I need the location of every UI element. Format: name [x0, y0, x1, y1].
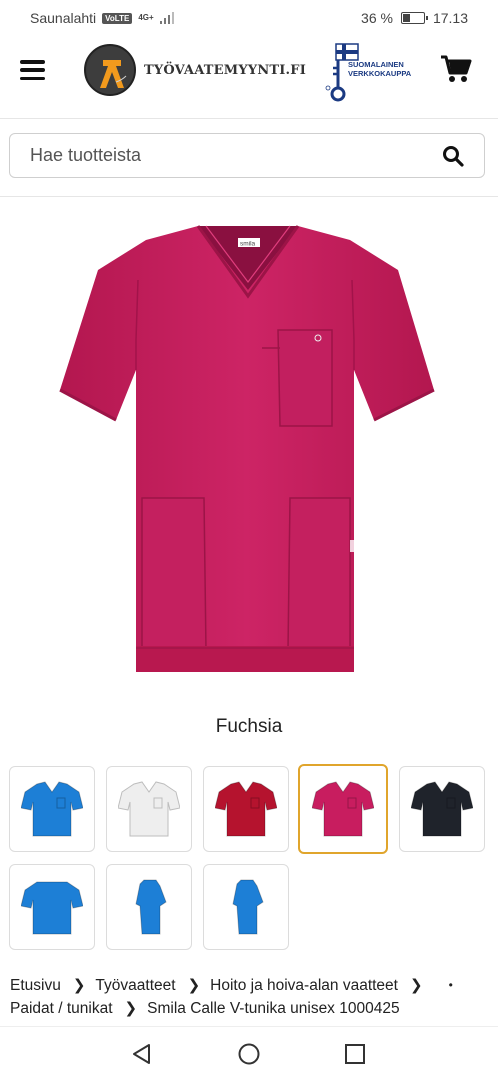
chevron-right-icon: ❯	[72, 977, 86, 994]
signal-icon	[159, 12, 174, 24]
system-nav-bar	[0, 1026, 498, 1080]
color-swatch-red[interactable]	[203, 766, 289, 852]
tunic-thumbnail-icon	[135, 879, 167, 935]
tunic-thumbnail-icon	[21, 881, 83, 935]
chevron-right-icon: ❯	[187, 977, 201, 994]
badge-line2: VERKKOKAUPPA	[348, 69, 412, 78]
network-type: 4G+	[138, 13, 154, 22]
clock: 17.13	[432, 10, 468, 26]
search-bar[interactable]	[9, 133, 485, 178]
tunic-thumbnail-icon	[312, 781, 374, 837]
status-right: 36 % 17.13	[361, 10, 468, 26]
search-input[interactable]	[30, 145, 442, 166]
image-thumb-back[interactable]	[9, 864, 95, 950]
breadcrumb-current: Smila Calle V-tunika unisex 1000425	[147, 1000, 400, 1017]
image-thumb-side-2[interactable]	[203, 864, 289, 950]
tunic-thumbnail-icon	[118, 781, 180, 837]
product-image[interactable]: smila	[58, 220, 440, 680]
color-swatch-white[interactable]	[106, 766, 192, 852]
breadcrumb-dot: •	[448, 978, 453, 992]
color-swatch-black[interactable]	[399, 766, 485, 852]
color-swatch-fuchsia[interactable]	[298, 764, 388, 854]
recents-icon[interactable]	[344, 1043, 366, 1065]
status-left: Saunalahti VoLTE 4G+	[30, 10, 174, 26]
logo-emblem-icon	[84, 44, 136, 96]
svg-text:smila: smila	[240, 241, 256, 248]
badge-text: SUOMALAINEN VERKKOKAUPPA	[348, 60, 411, 78]
color-swatch-blue[interactable]	[9, 766, 95, 852]
tunic-thumbnail-icon	[21, 781, 83, 837]
back-icon[interactable]	[131, 1043, 153, 1065]
tunic-thumbnail-icon	[232, 879, 264, 935]
breadcrumb-workwear[interactable]: Työvaatteet	[95, 974, 175, 997]
breadcrumb-shirts[interactable]: Paidat / tunikat	[10, 997, 113, 1020]
search-icon[interactable]	[442, 145, 464, 167]
chevron-right-icon: ❯	[124, 1000, 138, 1017]
status-bar: Saunalahti VoLTE 4G+ 36 % 17.13	[0, 0, 498, 36]
badge-line1: SUOMALAINEN	[348, 60, 404, 69]
header-divider	[0, 118, 498, 119]
battery-icon	[400, 12, 428, 24]
chevron-right-icon: ❯	[409, 977, 423, 994]
home-icon[interactable]	[238, 1043, 260, 1065]
image-thumb-side[interactable]	[106, 864, 192, 950]
site-logo[interactable]: TYÖVAATEMYYNTI.FI	[84, 44, 306, 96]
battery-percent: 36 %	[361, 10, 393, 26]
search-divider	[0, 196, 498, 197]
tunic-thumbnail-icon	[411, 781, 473, 837]
shopping-cart-icon[interactable]	[440, 54, 472, 84]
breadcrumb-care-clothing[interactable]: Hoito ja hoiva-alan vaatteet	[210, 974, 398, 997]
hamburger-menu-icon[interactable]	[20, 60, 45, 80]
breadcrumb: Etusivu ❯ Työvaatteet ❯ Hoito ja hoiva-a…	[10, 974, 490, 1020]
logo-text: TYÖVAATEMYYNTI.FI	[144, 62, 306, 78]
finnish-shop-badge[interactable]: SUOMALAINEN VERKKOKAUPPA	[322, 40, 411, 102]
tunic-thumbnail-icon	[215, 781, 277, 837]
volte-badge: VoLTE	[102, 12, 133, 24]
selected-color-name: Fuchsia	[215, 716, 283, 737]
site-header: TYÖVAATEMYYNTI.FI SUOMALAINEN VERKKOKAUP…	[0, 38, 498, 118]
breadcrumb-home[interactable]: Etusivu	[10, 974, 61, 997]
carrier-name: Saunalahti	[30, 10, 97, 26]
